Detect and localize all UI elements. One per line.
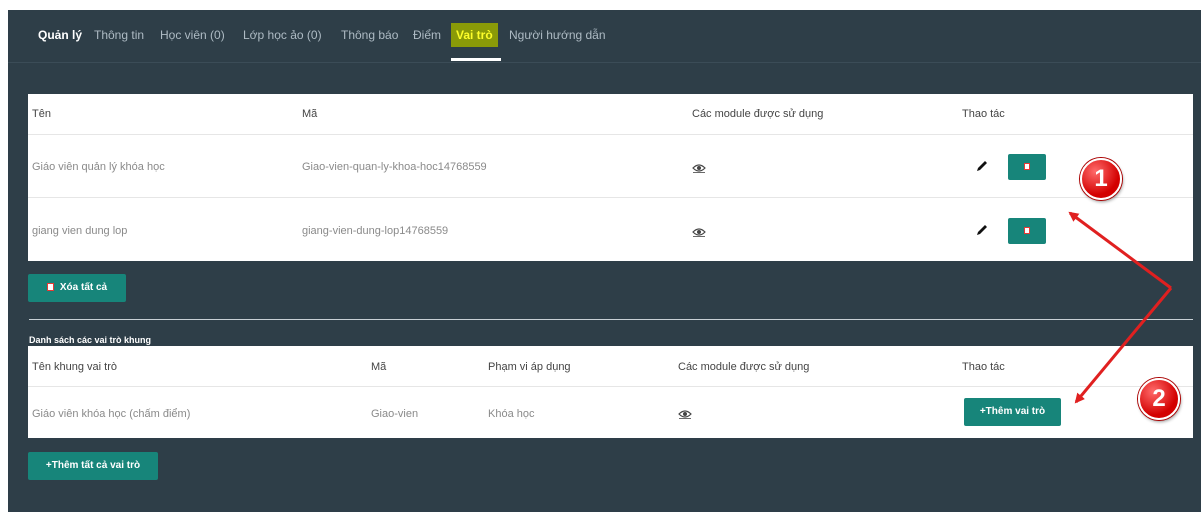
frame-roles-title: Danh sách các vai trò khung <box>29 335 152 345</box>
role-name: giang vien dung lop <box>32 225 128 237</box>
header-modules: Các module được sử dụng <box>692 108 824 120</box>
eye-icon[interactable] <box>678 409 692 419</box>
tab-manage[interactable]: Quản lý <box>38 23 82 47</box>
trash-icon <box>1024 227 1030 234</box>
tab-students[interactable]: Học viên (0) <box>160 23 225 47</box>
tab-roles[interactable]: Vai trò <box>451 23 498 47</box>
active-tab-indicator <box>451 58 501 61</box>
header-code: Mã <box>302 108 318 120</box>
delete-role-button[interactable] <box>1008 154 1046 180</box>
table-row: giang vien dung lop giang-vien-dung-lop1… <box>28 197 1193 262</box>
frame-roles-table: Tên khung vai trò Mã Phạm vi áp dụng Các… <box>28 346 1193 438</box>
role-code: Giao-vien-quan-ly-khoa-hoc14768559 <box>302 161 487 173</box>
tab-info[interactable]: Thông tin <box>94 23 144 47</box>
frame-roles-header: Tên khung vai trò Mã Phạm vi áp dụng Các… <box>28 346 1193 386</box>
edit-pencil-icon[interactable] <box>975 159 989 173</box>
tab-announcements[interactable]: Thông báo <box>341 23 398 47</box>
tab-grades[interactable]: Điểm <box>413 23 441 47</box>
eye-icon[interactable] <box>692 163 706 173</box>
table-row: Giáo viên quản lý khóa học Giao-vien-qua… <box>28 134 1193 198</box>
header-frame-name: Tên khung vai trò <box>32 361 117 373</box>
delete-role-button[interactable] <box>1008 218 1046 244</box>
course-tabs: Quản lý Thông tin Học viên (0) Lớp học ả… <box>8 10 1201 62</box>
frame-role-name: Giáo viên khóa học (chấm điểm) <box>32 408 191 420</box>
frame-role-scope: Khóa học <box>488 408 535 420</box>
section-divider <box>29 319 1193 320</box>
table-row: Giáo viên khóa học (chấm điểm) Giao-vien… <box>28 386 1193 439</box>
frame-role-code: Giao-vien <box>371 408 419 420</box>
header-scope: Phạm vi áp dụng <box>488 361 571 373</box>
tab-virtual-classes[interactable]: Lớp học ảo (0) <box>243 23 322 47</box>
add-all-roles-button[interactable]: +Thêm tất cả vai trò <box>28 452 158 480</box>
eye-icon[interactable] <box>692 227 706 237</box>
trash-icon <box>46 283 54 291</box>
role-code: giang-vien-dung-lop14768559 <box>302 225 449 237</box>
add-role-button[interactable]: +Thêm vai trò <box>964 398 1061 426</box>
header-actions: Thao tác <box>962 361 1005 373</box>
roles-table-header: Tên Mã Các module được sử dụng Thao tác <box>28 94 1193 134</box>
delete-all-button[interactable]: Xóa tất cả <box>28 274 126 302</box>
roles-table: Tên Mã Các module được sử dụng Thao tác … <box>28 94 1193 261</box>
app-screen: Quản lý Thông tin Học viên (0) Lớp học ả… <box>8 10 1201 512</box>
edit-pencil-icon[interactable] <box>975 223 989 237</box>
header-code: Mã <box>371 361 387 373</box>
annotation-badge-1: 1 <box>1080 158 1122 200</box>
annotation-badge-2: 2 <box>1138 378 1180 420</box>
header-name: Tên <box>32 108 51 120</box>
trash-icon <box>1024 163 1030 170</box>
header-actions: Thao tác <box>962 108 1005 120</box>
header-modules: Các module được sử dụng <box>678 361 810 373</box>
tabs-divider <box>8 62 1201 63</box>
delete-all-label: Xóa tất cả <box>59 282 108 293</box>
tab-mentors[interactable]: Người hướng dẫn <box>509 23 606 47</box>
role-name: Giáo viên quản lý khóa học <box>32 161 165 173</box>
